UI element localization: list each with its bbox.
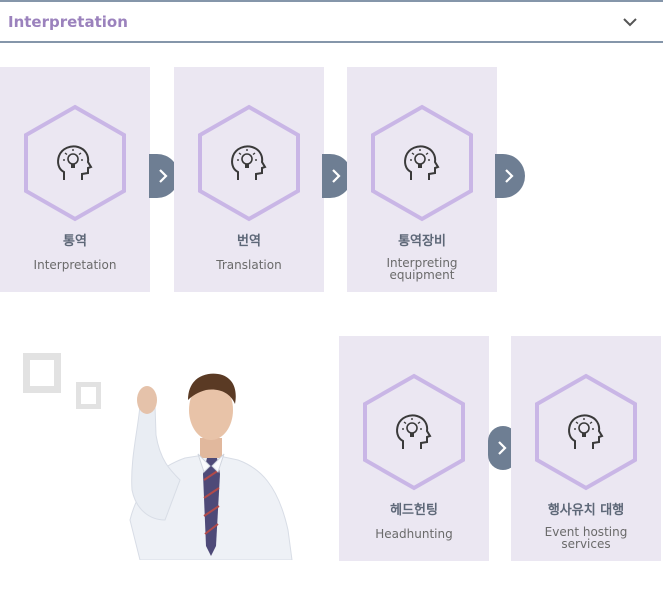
service-name-ko: 번역 (237, 234, 261, 249)
service-name-en: Headhunting (375, 527, 453, 541)
head-lightbulb-icon (568, 414, 604, 449)
service-name-en: Interpretation (33, 258, 117, 272)
service-name-en: Event hosting services (544, 525, 628, 551)
chevron-right-icon (159, 169, 168, 183)
section-header[interactable]: Interpretation (0, 0, 663, 43)
businessman-illustration (129, 373, 293, 560)
decor-square (23, 353, 61, 393)
service-name-ko: 통역장비 (398, 234, 446, 249)
service-name-ko: 통역 (63, 234, 87, 249)
chevron-right-icon (332, 169, 341, 183)
service-card-equipment[interactable]: 통역장비 Interpreting equipment (347, 67, 497, 292)
head-lightbulb-icon (404, 145, 440, 180)
service-card-interpretation[interactable]: 통역 Interpretation (0, 67, 150, 292)
chevron-right-icon (498, 441, 507, 455)
service-name-en: Interpreting equipment (386, 256, 458, 282)
head-lightbulb-icon (396, 414, 432, 449)
service-card-translation[interactable]: 번역 Translation (174, 67, 324, 292)
next-arrow (495, 154, 525, 198)
service-name-ko: 헤드헌팅 (390, 503, 438, 518)
service-name-ko: 행사유치 대행 (547, 503, 625, 518)
service-name-en: Translation (216, 258, 282, 272)
service-card-headhunting[interactable]: 헤드헌팅 Headhunting (339, 336, 489, 561)
chevron-down-icon[interactable] (621, 16, 639, 28)
service-card-event-hosting[interactable]: 행사유치 대행 Event hosting services (511, 336, 661, 561)
head-lightbulb-icon (57, 145, 93, 180)
section-title: Interpretation (8, 13, 128, 31)
chevron-right-icon (505, 169, 514, 183)
head-lightbulb-icon (231, 145, 267, 180)
decor-square (76, 382, 101, 409)
